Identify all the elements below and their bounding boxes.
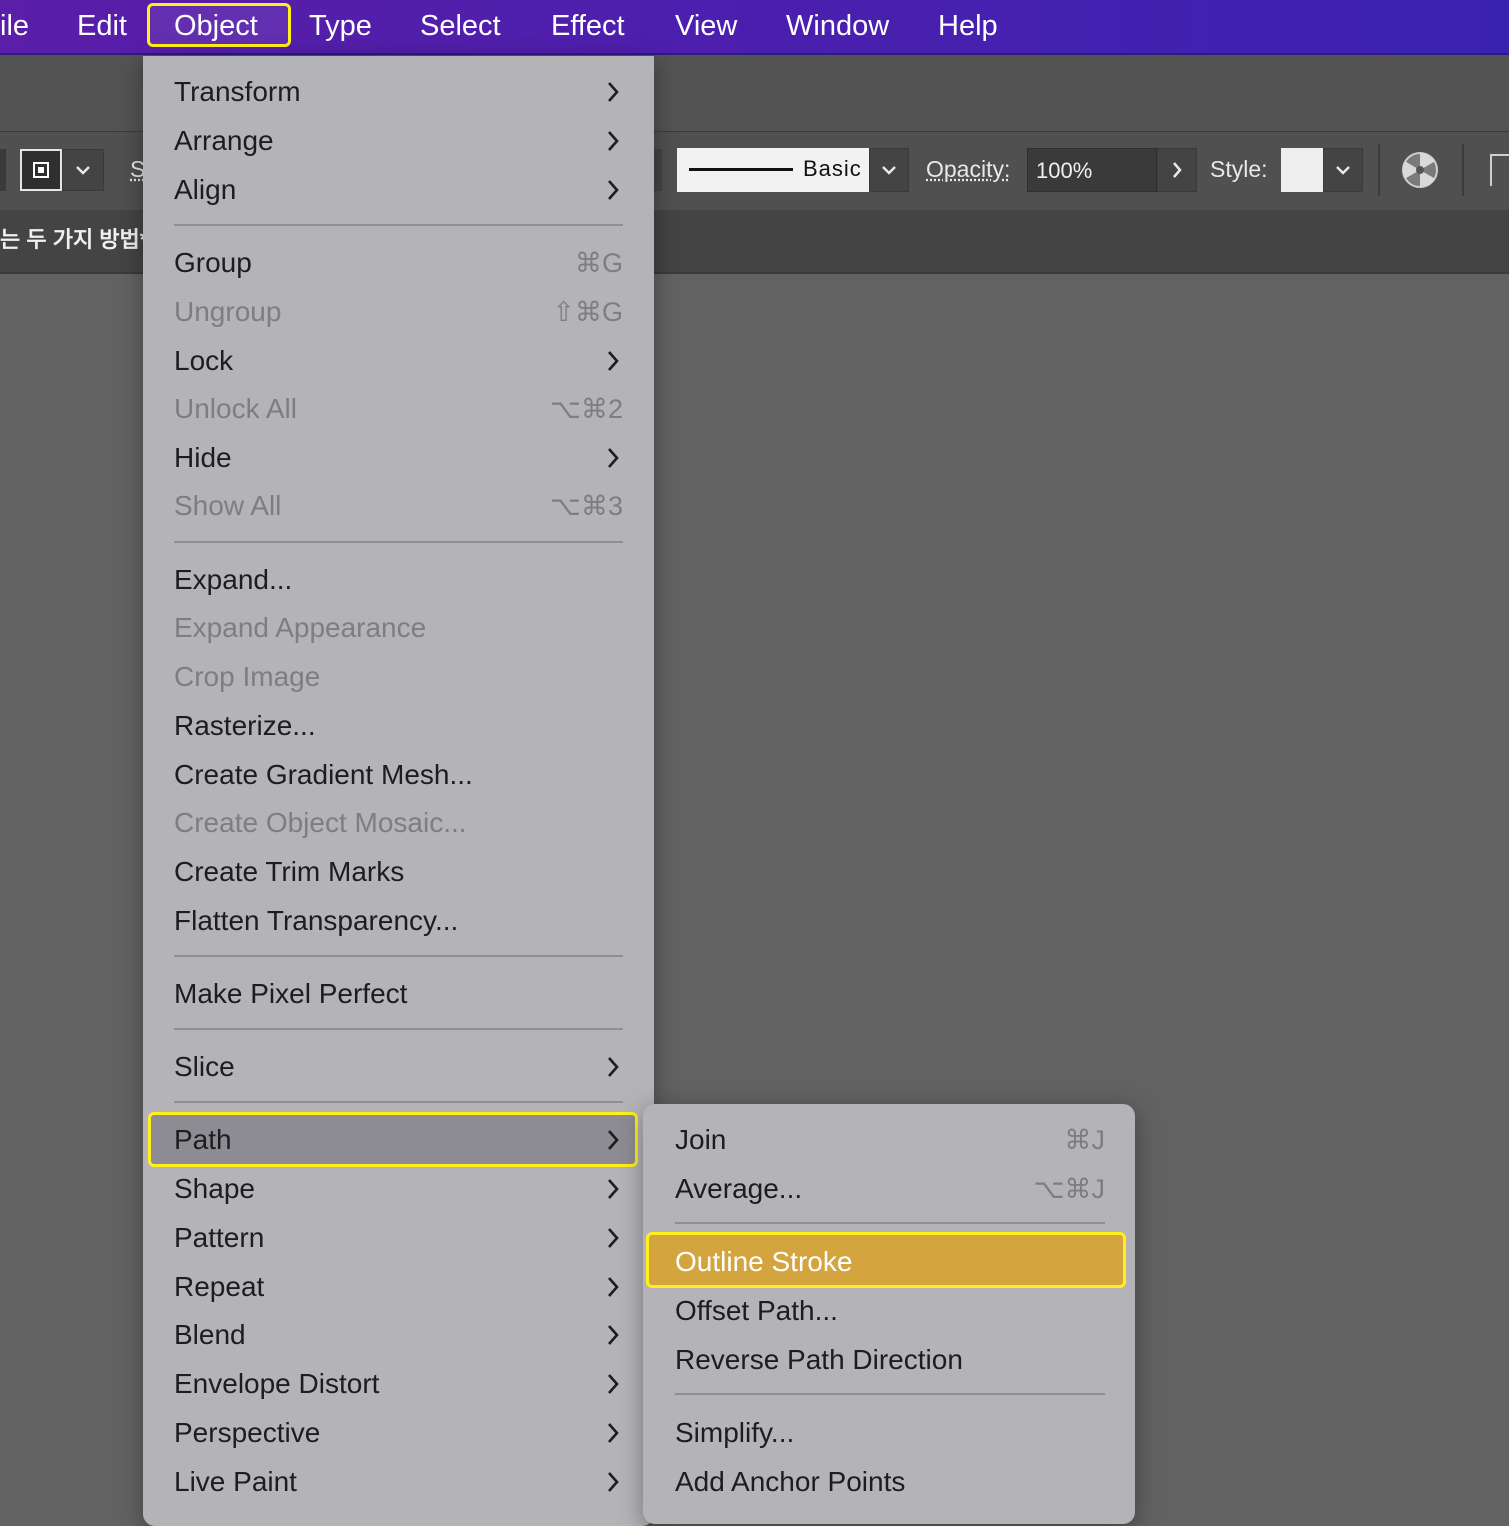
menu-bar: ile Edit Object Type Select Effect View … (0, 0, 1509, 55)
chevron-right-icon (1173, 162, 1182, 178)
submenu-item-reverse-path-direction[interactable]: Reverse Path Direction (675, 1338, 963, 1382)
menu-item-arrange[interactable]: Arrange (174, 119, 274, 163)
fill-swatch[interactable] (20, 149, 62, 191)
submenu-item-outline-stroke[interactable]: Outline Stroke (675, 1240, 852, 1284)
menu-item-crop-image[interactable]: Crop Image (174, 655, 320, 699)
menu-item-live-paint[interactable]: Live Paint (174, 1460, 297, 1504)
menu-item-ungroup[interactable]: Ungroup (174, 290, 281, 334)
recolor-artwork-icon[interactable] (1400, 150, 1440, 190)
menu-item-path[interactable]: Path (174, 1118, 232, 1162)
submenu-item-simplify[interactable]: Simplify... (675, 1411, 794, 1455)
menu-item-hide[interactable]: Hide (174, 436, 232, 480)
menu-item-flatten-transparency[interactable]: Flatten Transparency... (174, 899, 458, 943)
menu-item-align[interactable]: Align (174, 168, 236, 212)
menu-effect[interactable]: Effect (551, 6, 625, 46)
menu-window[interactable]: Window (786, 6, 889, 46)
menu-item-shape[interactable]: Shape (174, 1167, 255, 1211)
menu-item-envelope-distort[interactable]: Envelope Distort (174, 1362, 379, 1406)
chevron-right-icon (608, 82, 619, 102)
submenu-item-offset-path[interactable]: Offset Path... (675, 1289, 838, 1333)
menu-item-pattern[interactable]: Pattern (174, 1216, 264, 1260)
menu-item-perspective[interactable]: Perspective (174, 1411, 320, 1455)
chevron-down-icon (1336, 166, 1350, 175)
chevron-right-icon (608, 1228, 619, 1248)
brush-stroke-preview (689, 168, 793, 171)
menu-item-transform[interactable]: Transform (174, 70, 301, 114)
menu-object[interactable]: Object (174, 6, 258, 46)
style-label: Style: (1210, 156, 1268, 182)
shortcut-join: ⌘J (1064, 1125, 1106, 1155)
menu-item-create-trim-marks[interactable]: Create Trim Marks (174, 850, 404, 894)
opacity-label[interactable]: Opacity: (926, 156, 1010, 183)
opacity-field[interactable]: 100% (1027, 148, 1157, 192)
document-tab-title[interactable]: 는 두 가지 방법* (0, 222, 148, 254)
chevron-right-icon (608, 1423, 619, 1443)
submenu-item-average[interactable]: Average... (675, 1167, 802, 1211)
menu-item-blend[interactable]: Blend (174, 1313, 246, 1357)
menu-item-rasterize[interactable]: Rasterize... (174, 704, 316, 748)
chevron-right-icon (608, 448, 619, 468)
shortcut-ungroup: ⇧⌘G (552, 297, 623, 327)
chevron-right-icon (608, 1130, 619, 1150)
stroke-swatch-icon (33, 162, 49, 178)
menu-item-show-all[interactable]: Show All (174, 484, 281, 528)
submenu-item-add-anchor-points[interactable]: Add Anchor Points (675, 1460, 905, 1504)
graphic-style-swatch[interactable] (1281, 148, 1323, 192)
chevron-right-icon (608, 180, 619, 200)
menu-separator (174, 541, 623, 543)
chevron-right-icon (608, 131, 619, 151)
brush-dropdown[interactable] (869, 148, 909, 192)
menu-item-create-gradient-mesh[interactable]: Create Gradient Mesh... (174, 753, 473, 797)
artboard-icon[interactable] (1490, 154, 1509, 186)
menu-edit[interactable]: Edit (77, 6, 127, 46)
menu-separator (174, 955, 623, 957)
opacity-value: 100% (1036, 158, 1093, 183)
menu-item-expand-appearance[interactable]: Expand Appearance (174, 606, 426, 650)
brush-label: Basic (803, 156, 862, 181)
chevron-right-icon (608, 1057, 619, 1077)
chevron-right-icon (608, 1179, 619, 1199)
menu-item-lock[interactable]: Lock (174, 339, 233, 383)
chevron-down-icon (76, 166, 90, 175)
menu-item-create-object-mosaic[interactable]: Create Object Mosaic... (174, 801, 467, 845)
chevron-right-icon (608, 351, 619, 371)
chevron-right-icon (608, 1472, 619, 1492)
menu-view[interactable]: View (675, 6, 737, 46)
style-dropdown[interactable] (1323, 148, 1363, 192)
shortcut-unlock-all: ⌥⌘2 (549, 394, 623, 424)
menu-item-expand[interactable]: Expand... (174, 558, 292, 602)
chevron-right-icon (608, 1374, 619, 1394)
menu-item-make-pixel-perfect[interactable]: Make Pixel Perfect (174, 972, 407, 1016)
menu-select[interactable]: Select (420, 6, 501, 46)
menu-separator (174, 1101, 623, 1103)
menu-file[interactable]: ile (0, 6, 29, 46)
shortcut-group: ⌘G (574, 248, 623, 278)
control-left-edge (0, 149, 6, 191)
menu-separator (675, 1222, 1105, 1224)
menu-item-group[interactable]: Group (174, 241, 252, 285)
shortcut-show-all: ⌥⌘3 (549, 491, 623, 521)
menu-separator (174, 224, 623, 226)
chevron-right-icon (608, 1277, 619, 1297)
divider (1462, 144, 1464, 196)
menu-separator (174, 1028, 623, 1030)
menu-item-slice[interactable]: Slice (174, 1045, 235, 1089)
menu-type[interactable]: Type (309, 6, 372, 46)
menu-separator (675, 1393, 1105, 1395)
shortcut-average: ⌥⌘J (1033, 1174, 1105, 1204)
chevron-down-icon (882, 166, 896, 175)
chevron-right-icon (608, 1325, 619, 1345)
opacity-arrow[interactable] (1157, 148, 1197, 192)
brush-definition-field[interactable]: Basic (677, 148, 869, 192)
menu-help[interactable]: Help (938, 6, 998, 46)
submenu-item-join[interactable]: Join (675, 1118, 726, 1162)
menu-item-unlock-all[interactable]: Unlock All (174, 387, 297, 431)
fill-dropdown[interactable] (62, 149, 104, 191)
divider (1378, 144, 1380, 196)
menu-item-repeat[interactable]: Repeat (174, 1265, 264, 1309)
